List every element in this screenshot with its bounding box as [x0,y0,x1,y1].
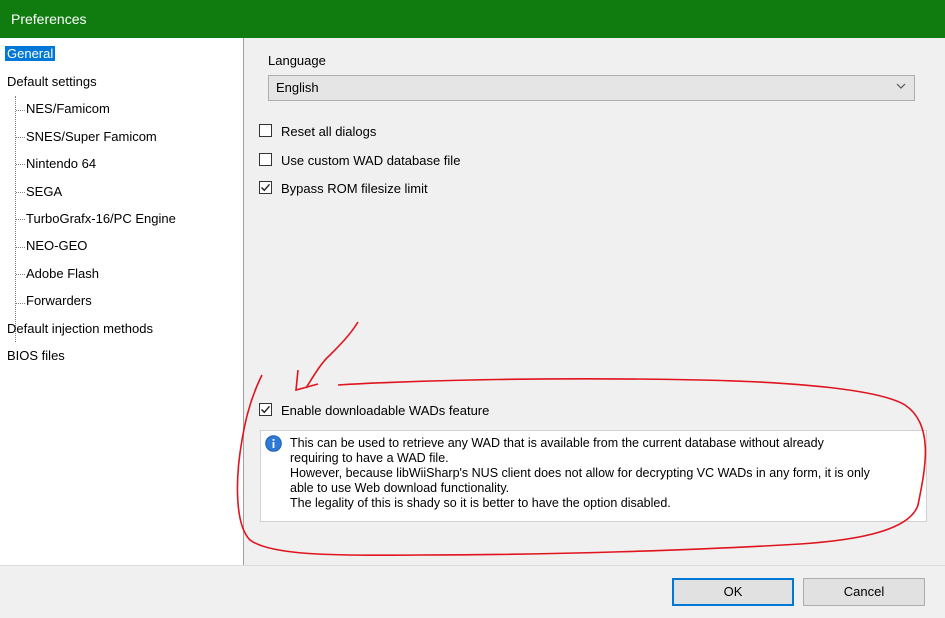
tree-item-neogeo[interactable]: NEO-GEO [26,236,87,256]
tree-item-n64[interactable]: Nintendo 64 [26,154,96,174]
info-icon [265,435,282,452]
info-line: requiring to have a WAD file. [290,451,449,465]
tree-item-general[interactable]: General [5,44,56,64]
tree-connector [16,274,25,275]
checkmark-icon [261,405,271,414]
tree-item-bios-files[interactable]: BIOS files [7,346,65,366]
cancel-button[interactable]: Cancel [803,578,925,606]
tree-item-snes[interactable]: SNES/Super Famicom [26,127,157,147]
bypass-rom-filesize-checkbox[interactable] [259,181,272,194]
downloadable-wads-checkbox[interactable] [259,403,272,416]
tree-connector [16,137,25,138]
reset-dialogs-checkbox[interactable] [259,124,272,137]
language-value: English [276,80,319,95]
language-label: Language [268,53,326,68]
info-line: The legality of this is shady so it is b… [290,496,671,510]
chevron-down-icon [896,83,906,89]
tree-connector [16,164,25,165]
checkmark-icon [261,183,271,192]
window-title: Preferences [11,11,87,27]
tree-connector [16,303,25,304]
bypass-rom-filesize-label: Bypass ROM filesize limit [281,181,428,196]
tree-connector [16,192,25,193]
tree-connector [16,219,25,220]
tree-item-default-settings[interactable]: Default settings [7,72,97,92]
info-line: However, because libWiiSharp's NUS clien… [290,466,870,480]
tree-item-sega[interactable]: SEGA [26,182,62,202]
info-line: able to use Web download functionality. [290,481,510,495]
tree-item-default-injection-methods[interactable]: Default injection methods [7,319,153,339]
reset-dialogs-label: Reset all dialogs [281,124,377,139]
tree-item-turbografx[interactable]: TurboGrafx-16/PC Engine [26,209,176,229]
ok-button[interactable]: OK [672,578,794,606]
language-select[interactable]: English [268,75,915,101]
tree-item-forwarders[interactable]: Forwarders [26,291,92,311]
tree-item-adobe-flash[interactable]: Adobe Flash [26,264,99,284]
tree-item-nes[interactable]: NES/Famicom [26,99,110,119]
info-line: This can be used to retrieve any WAD tha… [290,436,824,450]
custom-wad-database-label: Use custom WAD database file [281,153,461,168]
tree-connector [16,110,25,111]
custom-wad-database-checkbox[interactable] [259,153,272,166]
downloadable-wads-label: Enable downloadable WADs feature [281,403,490,418]
info-text: This can be used to retrieve any WAD tha… [290,436,920,511]
tree-connector [16,247,25,248]
title-bar: Preferences [0,0,945,38]
